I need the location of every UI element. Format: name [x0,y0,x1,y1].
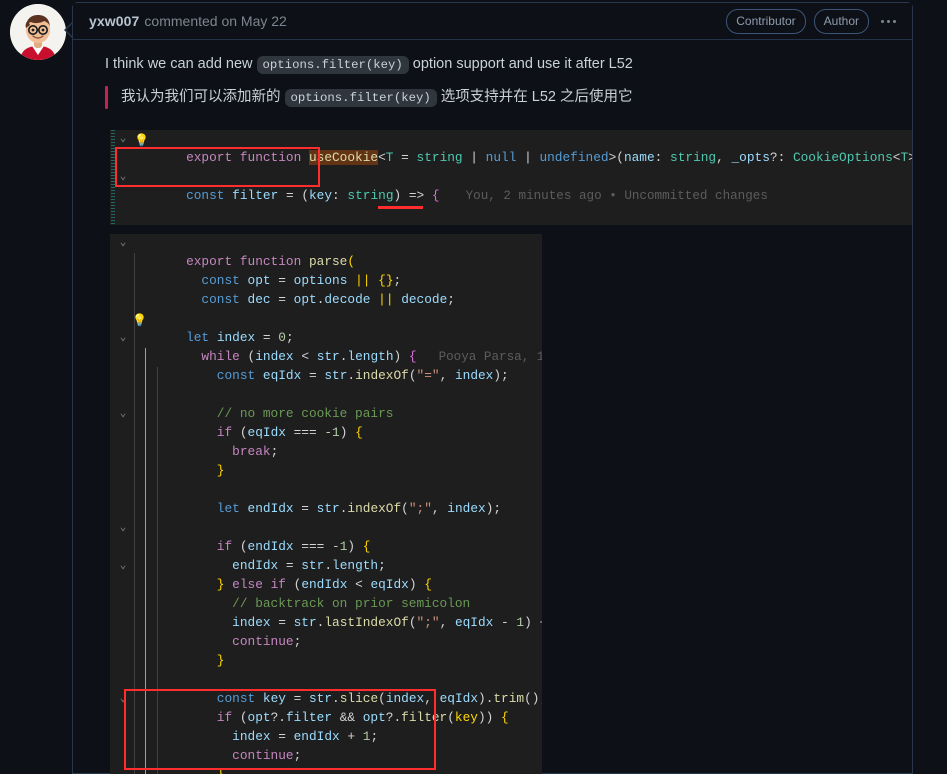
code-line: continue; [186,747,302,763]
badge-author: Author [813,8,869,34]
code-line: ⌄ } else if (endIdx < eqIdx) { [110,557,542,592]
code-line: const key = str.slice(index, eqIdx).trim… [186,690,542,706]
comment-body: I think we can add new options.filter(ke… [73,40,912,109]
git-blame-annotation: You, 2 minutes ago • Uncommitted changes [465,188,768,203]
code-line: } [110,747,542,774]
code-line: const dec = opt.decode || decode; [186,291,455,307]
code-line: } [186,462,225,478]
code-line: let endIdx = str.indexOf(";", index); [186,500,502,516]
lightbulb-icon[interactable]: 💡 [134,132,149,151]
fold-chevron-icon[interactable]: ⌄ [114,329,132,348]
comment-blockquote: 我认为我们可以添加新的 options.filter(key) 选项支持并在 L… [73,86,912,109]
code-line: const opt = options || {}; [186,272,402,288]
code-screenshot-parse: ⌄ export function parse( const opt = opti… [110,234,542,774]
code-line: ⌄ 💡 export function useCookie<T = string |… [110,130,912,165]
inline-code-options-filter: options.filter(key) [256,56,409,74]
paragraph-text-pre: I think we can add new [105,56,257,72]
fold-chevron-icon[interactable]: ⌄ [114,234,132,253]
inline-code-options-filter-zh: options.filter(key) [284,89,437,107]
code-line: index = endIdx + 1; [186,728,379,744]
annotation-underline-filter [378,206,423,209]
comment-paragraph: I think we can add new options.filter(ke… [73,54,912,75]
avatar-image [10,4,66,60]
github-comment-screenshot: yxw007 commented on May 22 Contributor A… [0,0,947,774]
quote-text-post: 选项支持并在 L52 之后使用它 [436,89,633,105]
code-line: // only assign once [110,766,542,774]
code-line: break; [186,443,279,459]
code-line: } [186,652,225,668]
code-line: ⌄ if (eqIdx === -1) { [110,405,542,440]
code-line: ⌄ const filter = (key: string) => {You, 2… [110,168,912,203]
code-line: // no more cookie pairs [186,405,394,421]
code-line: index = str.lastIndexOf(";", eqIdx - 1) … [186,614,542,630]
comment-timestamp: commented on May 22 [144,13,287,29]
comment-author[interactable]: yxw007 [89,13,139,29]
code-line: // backtrack on prior semicolon [186,595,471,611]
code-line: ⌄ if (endIdx === -1) { [110,519,542,554]
code-line: const eqIdx = str.indexOf("=", index); [186,367,509,383]
code-line: 💡 let index = 0; [132,314,294,345]
badge-contributor: Contributor [726,8,806,34]
code-line: ⌄ while (index < str.length) {Pooya Pars… [110,329,542,364]
quote-text-pre: 我认为我们可以添加新的 [121,89,285,105]
avatar[interactable] [10,4,66,60]
fold-chevron-icon[interactable]: ⌄ [114,130,132,149]
fold-chevron-icon[interactable]: ⌄ [114,690,132,709]
fold-chevron-icon[interactable]: ⌄ [114,557,132,576]
code-screenshot-usecookie: ⌄ 💡 export function useCookie<T = string |… [110,130,912,225]
fold-chevron-icon[interactable]: ⌄ [114,405,132,424]
fold-chevron-icon[interactable]: ⌄ [114,519,132,538]
fold-chevron-icon[interactable]: ⌄ [114,168,132,187]
header-actions: Contributor Author [726,8,898,34]
code-line: ⌄ export function parse( [110,234,542,269]
blockquote-text: 我认为我们可以添加新的 options.filter(key) 选项支持并在 L… [108,86,633,109]
code-line: ⌄ if (opt?.filter && opt?.filter(key)) { [110,690,542,725]
code-line: return key !== name; [110,206,912,225]
code-line: endIdx = str.length; [186,557,386,573]
comment-header: yxw007 commented on May 22 Contributor A… [73,3,912,40]
kebab-horizontal-icon[interactable] [877,16,898,27]
code-line: continue; [186,633,302,649]
paragraph-text-post: option support and use it after L52 [408,56,633,72]
